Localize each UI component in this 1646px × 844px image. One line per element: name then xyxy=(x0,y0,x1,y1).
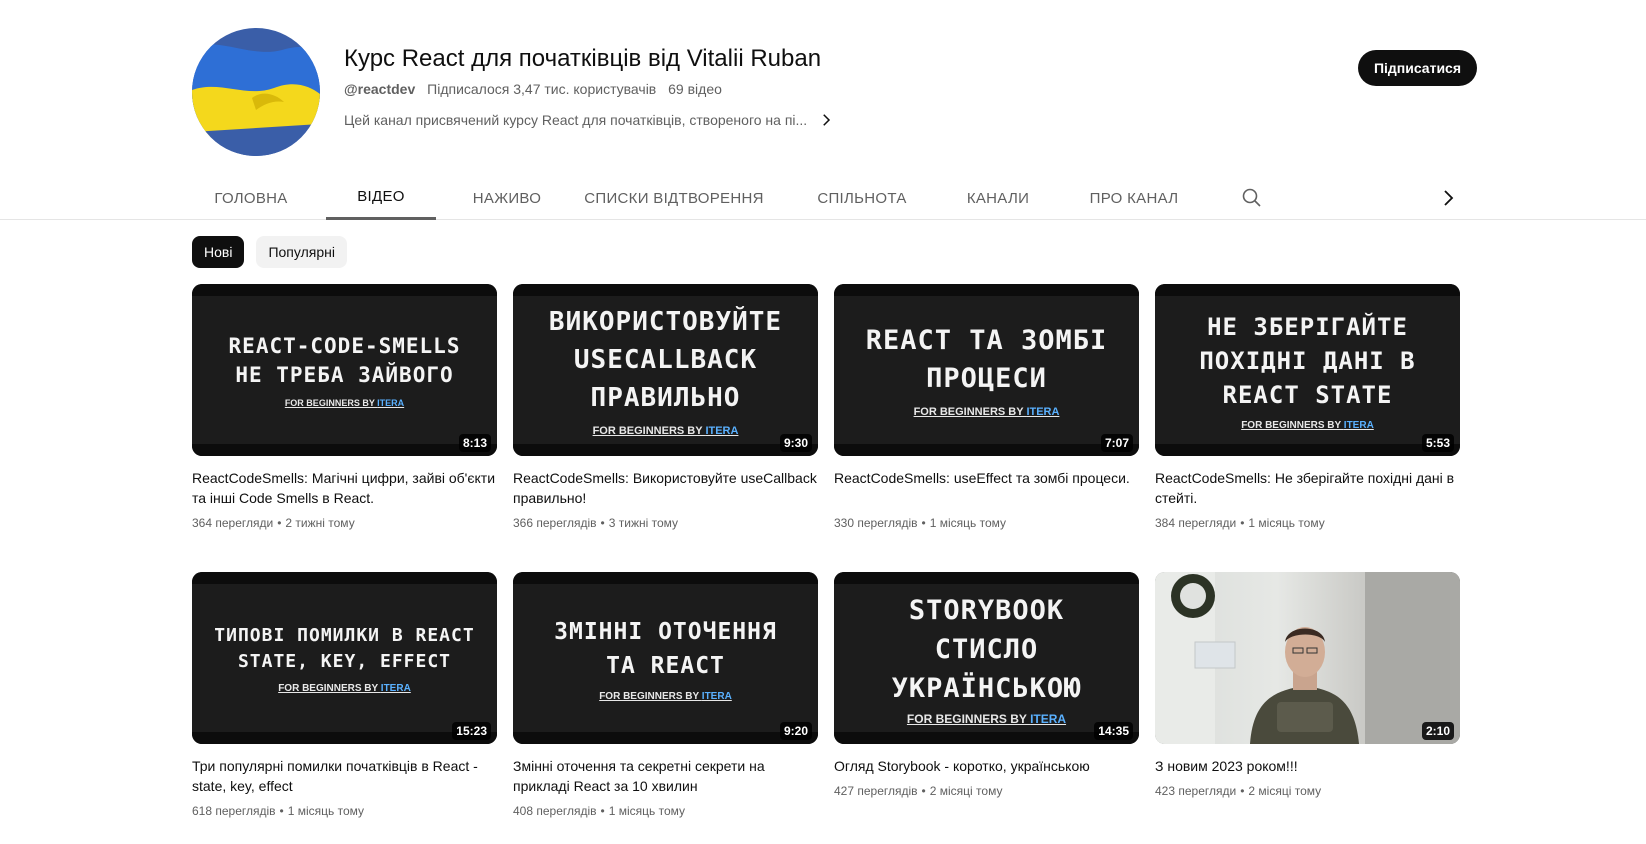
channel-title: Курс React для початківців від Vitalii R… xyxy=(344,45,822,72)
video-meta: 618 переглядів • 1 місяць тому xyxy=(192,804,365,818)
video-title[interactable]: Три популярні помилки початківців в Reac… xyxy=(192,756,497,796)
video-views: 330 переглядів xyxy=(834,516,918,530)
thumbnail-headline: REACT ТА ЗОМБІ ПРОЦЕСИ xyxy=(865,325,1108,394)
tab-about[interactable]: ПРО КАНАЛ xyxy=(1078,176,1190,220)
thumbnail-headline: НЕ ЗБЕРІГАЙТЕ ПОХІДНІ ДАНІ В REACT STATE xyxy=(1199,312,1416,409)
video-meta: 364 перегляди • 2 тижні тому xyxy=(192,516,355,530)
video-card[interactable]: 2:10 З новим 2023 роком!!! 423 перегляди… xyxy=(1155,572,1460,830)
chip-newest[interactable]: Нові xyxy=(192,236,245,268)
video-thumbnail[interactable]: REACT-CODE-SMELLS НЕ ТРЕБА ЗАЙВОГО FOR B… xyxy=(192,284,497,456)
video-age: 1 місяць тому xyxy=(929,516,1007,530)
video-age: 1 місяць тому xyxy=(287,804,365,818)
video-views: 366 переглядів xyxy=(513,516,597,530)
subscribe-button[interactable]: Підписатися xyxy=(1357,50,1477,86)
channel-avatar[interactable] xyxy=(192,28,320,156)
video-views: 423 перегляди xyxy=(1155,784,1237,798)
video-views: 618 переглядів xyxy=(192,804,276,818)
tab-home[interactable]: ГОЛОВНА xyxy=(192,176,310,220)
video-card[interactable]: ТИПОВІ ПОМИЛКИ В REACT STATE, KEY, EFFEC… xyxy=(192,572,497,830)
thumbnail-brand: FOR BEGINNERS BY ITERA xyxy=(284,398,405,408)
video-title[interactable]: Змінні оточення та секретні секрети на п… xyxy=(513,756,818,796)
video-views: 427 переглядів xyxy=(834,784,918,798)
thumbnail-headline: ТИПОВІ ПОМИЛКИ В REACT STATE, KEY, EFFEC… xyxy=(214,624,475,672)
video-card[interactable]: ВИКОРИСТОВУЙТЕ USECALLBACK ПРАВИЛЬНО FOR… xyxy=(513,284,818,542)
channel-handle: @reactdev xyxy=(344,81,416,97)
video-duration: 8:13 xyxy=(458,434,491,452)
video-card[interactable]: НЕ ЗБЕРІГАЙТЕ ПОХІДНІ ДАНІ В REACT STATE… xyxy=(1155,284,1460,542)
video-count: 69 відео xyxy=(668,81,722,97)
video-meta: 427 переглядів • 2 місяці тому xyxy=(834,784,1003,798)
video-duration: 14:35 xyxy=(1094,722,1133,740)
video-views: 408 переглядів xyxy=(513,804,597,818)
video-views: 384 перегляди xyxy=(1155,516,1237,530)
channel-tabs: ГОЛОВНА ВІДЕО НАЖИВО СПИСКИ ВІДТВОРЕННЯ … xyxy=(0,176,1646,220)
video-card[interactable]: REACT-CODE-SMELLS НЕ ТРЕБА ЗАЙВОГО FOR B… xyxy=(192,284,497,542)
chip-popular[interactable]: Популярні xyxy=(256,236,347,268)
thumbnail-brand: FOR BEGINNERS BY ITERA xyxy=(906,711,1067,726)
video-thumbnail[interactable]: 2:10 xyxy=(1155,572,1460,744)
thumbnail-headline: STORYBOOK СТИСЛО УКРАЇНСЬКОЮ xyxy=(891,594,1082,704)
video-meta: 384 перегляди • 1 місяць тому xyxy=(1155,516,1325,530)
person-photo-icon xyxy=(1155,572,1460,744)
channel-header: Курс React для початківців від Vitalii R… xyxy=(192,28,1477,156)
video-duration: 5:53 xyxy=(1421,434,1454,452)
video-photo-thumbnail xyxy=(1155,572,1460,744)
video-meta: 366 переглядів • 3 тижні тому xyxy=(513,516,679,530)
video-views: 364 перегляди xyxy=(192,516,274,530)
video-age: 2 тижні тому xyxy=(285,516,355,530)
channel-description-text: Цей канал присвячений курсу React для по… xyxy=(344,112,808,128)
video-card[interactable]: REACT ТА ЗОМБІ ПРОЦЕСИ FOR BEGINNERS BY … xyxy=(834,284,1139,542)
video-grid: REACT-CODE-SMELLS НЕ ТРЕБА ЗАЙВОГО FOR B… xyxy=(192,284,1462,830)
video-duration: 9:20 xyxy=(779,722,812,740)
video-thumbnail[interactable]: REACT ТА ЗОМБІ ПРОЦЕСИ FOR BEGINNERS BY … xyxy=(834,284,1139,456)
video-title[interactable]: ReactCodeSmells: Магічні цифри, зайві об… xyxy=(192,468,497,508)
video-duration: 9:30 xyxy=(779,434,812,452)
search-icon[interactable] xyxy=(1240,186,1264,210)
video-age: 2 місяці тому xyxy=(929,784,1003,798)
video-title[interactable]: ReactCodeSmells: useEffect та зомбі проц… xyxy=(834,468,1139,508)
thumbnail-brand: FOR BEGINNERS BY ITERA xyxy=(1241,419,1374,431)
thumbnail-brand: FOR BEGINNERS BY ITERA xyxy=(599,690,732,702)
video-thumbnail[interactable]: ТИПОВІ ПОМИЛКИ В REACT STATE, KEY, EFFEC… xyxy=(192,572,497,744)
chevron-right-icon[interactable] xyxy=(817,111,835,129)
video-age: 1 місяць тому xyxy=(1248,516,1325,530)
tabs-next-chevron-icon[interactable] xyxy=(1436,186,1460,210)
video-thumbnail[interactable]: НЕ ЗБЕРІГАЙТЕ ПОХІДНІ ДАНІ В REACT STATE… xyxy=(1155,284,1460,456)
ukraine-flag-icon xyxy=(192,28,320,156)
video-duration: 7:07 xyxy=(1100,434,1133,452)
thumbnail-brand: FOR BEGINNERS BY ITERA xyxy=(913,406,1060,418)
video-thumbnail[interactable]: ЗМІННІ ОТОЧЕННЯ ТА REACT FOR BEGINNERS B… xyxy=(513,572,818,744)
video-thumbnail[interactable]: STORYBOOK СТИСЛО УКРАЇНСЬКОЮ FOR BEGINNE… xyxy=(834,572,1139,744)
video-age: 3 тижні тому xyxy=(608,516,679,530)
video-title[interactable]: ReactCodeSmells: Використовуйте useCallb… xyxy=(513,468,818,508)
thumbnail-headline: REACT-CODE-SMELLS НЕ ТРЕБА ЗАЙВОГО xyxy=(228,334,461,387)
channel-description[interactable]: Цей канал присвячений курсу React для по… xyxy=(344,110,835,130)
video-duration: 2:10 xyxy=(1421,722,1454,740)
tab-playlists[interactable]: СПИСКИ ВІДТВОРЕННЯ xyxy=(578,176,770,220)
video-age: 1 місяць тому xyxy=(608,804,686,818)
video-title[interactable]: ReactCodeSmells: Не зберігайте похідні д… xyxy=(1155,468,1460,508)
tab-live[interactable]: НАЖИВО xyxy=(452,176,562,220)
thumbnail-headline: ВИКОРИСТОВУЙТЕ USECALLBACK ПРАВИЛЬНО xyxy=(548,307,783,413)
video-meta: 330 переглядів • 1 місяць тому xyxy=(834,516,1007,530)
thumbnail-headline: ЗМІННІ ОТОЧЕННЯ ТА REACT xyxy=(554,618,777,679)
video-duration: 15:23 xyxy=(452,722,491,740)
tab-community[interactable]: СПІЛЬНОТА xyxy=(806,176,918,220)
tab-channels[interactable]: КАНАЛИ xyxy=(950,176,1046,220)
video-age: 2 місяці тому xyxy=(1248,784,1322,798)
tab-videos[interactable]: ВІДЕО xyxy=(326,176,436,220)
video-card[interactable]: STORYBOOK СТИСЛО УКРАЇНСЬКОЮ FOR BEGINNE… xyxy=(834,572,1139,830)
video-meta: 408 переглядів • 1 місяць тому xyxy=(513,804,686,818)
video-meta: 423 перегляди • 2 місяці тому xyxy=(1155,784,1322,798)
video-card[interactable]: ЗМІННІ ОТОЧЕННЯ ТА REACT FOR BEGINNERS B… xyxy=(513,572,818,830)
subscriber-count: Підписалося 3,47 тис. користувачів xyxy=(427,81,657,97)
thumbnail-brand: FOR BEGINNERS BY ITERA xyxy=(592,425,739,437)
thumbnail-brand: FOR BEGINNERS BY ITERA xyxy=(278,682,411,694)
sort-chips: Нові Популярні xyxy=(192,236,347,268)
channel-meta: @reactdev Підписалося 3,47 тис. користув… xyxy=(344,80,835,98)
video-thumbnail[interactable]: ВИКОРИСТОВУЙТЕ USECALLBACK ПРАВИЛЬНО FOR… xyxy=(513,284,818,456)
